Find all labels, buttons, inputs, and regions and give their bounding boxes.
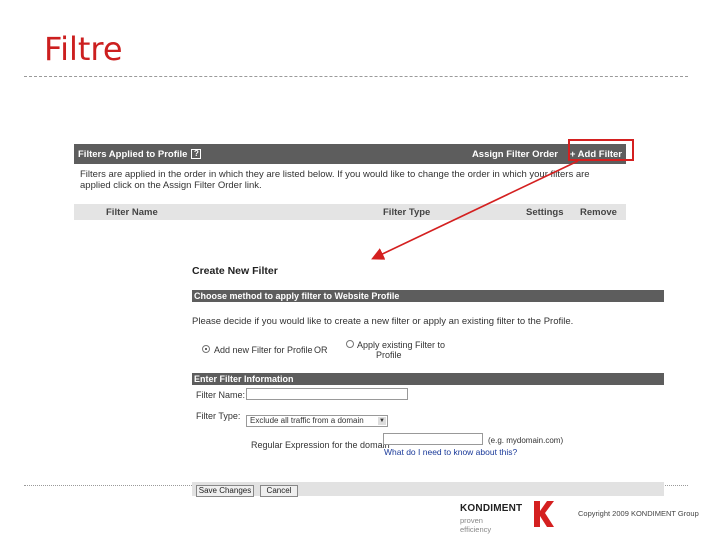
logo-brand: KONDIMENT [460, 503, 523, 514]
kondiment-k-icon [534, 501, 554, 527]
filter-type-value: Exclude all traffic from a domain [250, 416, 364, 425]
filter-type-select[interactable]: Exclude all traffic from a domain ▼ [246, 415, 388, 427]
create-filter-title: Create New Filter [192, 265, 278, 277]
existing-filter-radio[interactable] [346, 340, 354, 348]
new-filter-label: Add new Filter for Profile [214, 345, 313, 355]
filter-info-section-header: Enter Filter Information [192, 373, 664, 385]
domain-example: (e.g. mydomain.com) [488, 436, 564, 445]
save-changes-button[interactable]: Save Changes [196, 485, 254, 497]
method-section-header: Choose method to apply filter to Website… [192, 290, 664, 302]
filter-type-label: Filter Type: [196, 411, 241, 421]
pointer-arrow [371, 160, 579, 260]
filter-name-input[interactable] [246, 388, 408, 400]
new-filter-radio[interactable] [202, 345, 210, 353]
existing-filter-label: Apply existing Filter to [357, 340, 446, 350]
help-link[interactable]: What do I need to know about this? [384, 447, 517, 457]
cancel-button[interactable]: Cancel [260, 485, 298, 497]
copyright-text: Copyright 2009 KONDIMENT Group [578, 509, 699, 518]
or-label: OR [314, 345, 328, 355]
domain-label: Regular Expression for the domain [251, 440, 390, 450]
method-question: Please decide if you would like to creat… [192, 316, 574, 327]
logo-tagline: proven efficiency [460, 516, 492, 534]
existing-filter-label-2: Profile [376, 350, 402, 360]
chevron-down-icon: ▼ [378, 417, 386, 425]
domain-input[interactable] [383, 433, 483, 445]
filter-name-label: Filter Name: [196, 390, 246, 400]
